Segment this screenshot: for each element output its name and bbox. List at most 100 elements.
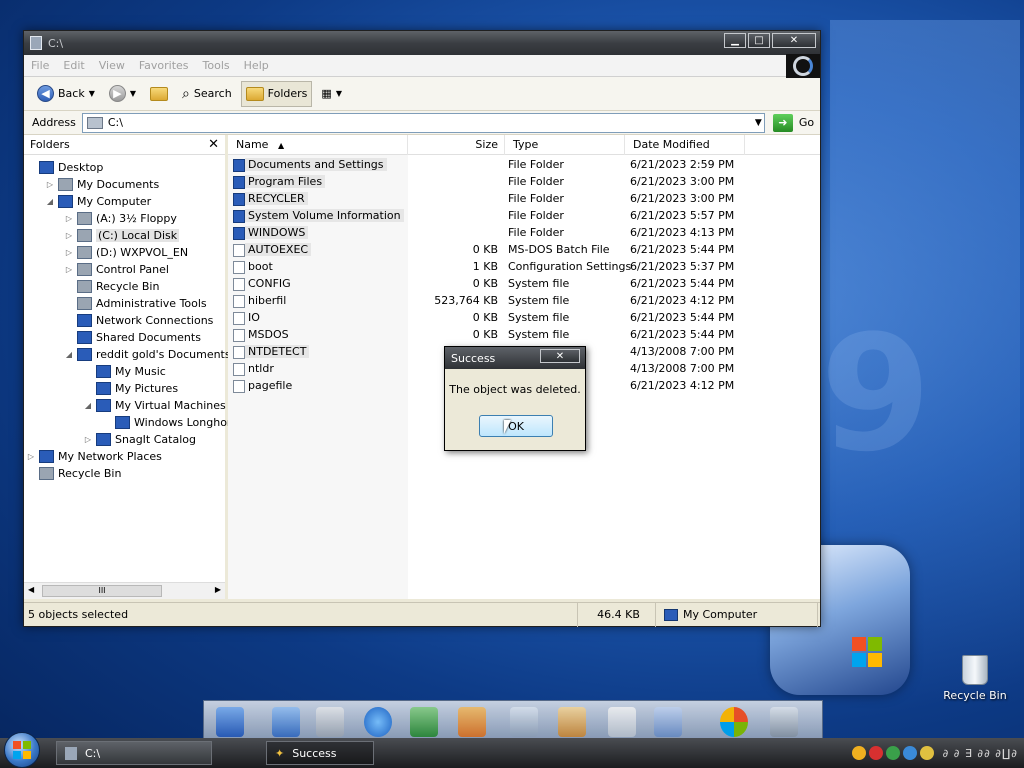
dock-app-icon[interactable] xyxy=(410,707,438,737)
dock-app-icon[interactable] xyxy=(316,707,344,737)
go-button[interactable]: ➜ Go xyxy=(772,113,814,132)
file-row[interactable]: WINDOWS File Folder 6/21/2023 4:13 PM xyxy=(228,225,820,242)
wand-icon[interactable] xyxy=(919,746,934,760)
column-name[interactable]: Name ▲ xyxy=(228,135,408,155)
file-row[interactable]: CONFIG 0 KB System file 6/21/2023 5:44 PM xyxy=(228,276,820,293)
minimize-button[interactable]: ▁ xyxy=(724,33,746,48)
media-player-icon[interactable] xyxy=(458,707,486,737)
calculator-icon[interactable] xyxy=(510,707,538,737)
file-row[interactable]: AUTOEXEC 0 KB MS-DOS Batch File 6/21/2023 5… xyxy=(228,242,820,259)
chevron-down-icon[interactable]: ▼ xyxy=(755,118,762,128)
file-row[interactable]: MSDOS 0 KB System file 6/21/2023 5:44 PM xyxy=(228,327,820,344)
column-date-modified[interactable]: Date Modified xyxy=(625,135,745,155)
paint-icon[interactable] xyxy=(558,707,586,737)
close-button[interactable]: ✕ xyxy=(772,33,816,48)
tree-expander-icon[interactable]: ▷ xyxy=(83,435,93,444)
clock[interactable]: ∂ ∂ ∃ ∂∂ ∂∐∂ xyxy=(943,747,1018,760)
menu-edit[interactable]: Edit xyxy=(56,59,91,72)
tree-item[interactable]: ◢ My Virtual Machines xyxy=(83,397,226,414)
menu-favorites[interactable]: Favorites xyxy=(132,59,196,72)
menu-tools[interactable]: Tools xyxy=(196,59,237,72)
ok-button[interactable]: OK xyxy=(479,415,553,437)
tree-expander-icon[interactable]: ▷ xyxy=(45,180,55,189)
dock-app-icon[interactable] xyxy=(654,707,682,737)
file-row[interactable]: Documents and Settings File Folder 6/21/20… xyxy=(228,157,820,174)
taskbar-item-success[interactable]: ✦ Success xyxy=(266,741,374,765)
file-row[interactable]: System Volume Information File Folder 6/21… xyxy=(228,208,820,225)
tree-item[interactable]: ▷ My Documents xyxy=(45,176,159,193)
close-pane-icon[interactable]: ✕ xyxy=(208,137,219,152)
shield-icon[interactable] xyxy=(851,746,866,760)
tree-item-label: My Computer xyxy=(77,195,152,208)
tree-expander-icon[interactable]: ▷ xyxy=(64,265,74,274)
views-button[interactable]: ▦ ▼ xyxy=(316,81,347,107)
recycle-bin-icon[interactable] xyxy=(770,707,798,737)
tree-item[interactable]: ▷ SnagIt Catalog xyxy=(83,431,196,448)
menu-view[interactable]: View xyxy=(92,59,132,72)
tree-item[interactable]: ◢ My Computer xyxy=(45,193,151,210)
tree-expander-icon[interactable]: ▷ xyxy=(64,248,74,257)
address-input[interactable]: C:\ ▼ xyxy=(81,112,765,133)
tree-item[interactable]: ▷ (D:) WXPVOL_EN xyxy=(64,244,188,261)
desktop-icon-recycle-bin[interactable]: Recycle Bin xyxy=(940,655,1010,702)
notepad-icon[interactable] xyxy=(608,707,636,737)
column-type[interactable]: Type xyxy=(505,135,625,155)
tree-expander-icon[interactable]: ▷ xyxy=(26,452,36,461)
update-icon[interactable] xyxy=(902,746,917,760)
file-row[interactable]: boot 1 KB Configuration Settings 6/21/2023 … xyxy=(228,259,820,276)
security-alert-icon[interactable] xyxy=(868,746,883,760)
back-button[interactable]: ◀ Back ▼ xyxy=(32,81,100,107)
scroll-left-icon[interactable]: ◀ xyxy=(28,585,34,594)
file-row[interactable]: IO 0 KB System file 6/21/2023 5:44 PM xyxy=(228,310,820,327)
tree-item-label: My Virtual Machines xyxy=(115,399,226,412)
tree-item[interactable]: ▷ (A:) 3½ Floppy xyxy=(64,210,177,227)
menu-file[interactable]: File xyxy=(24,59,56,72)
tree-item[interactable]: ◢ reddit gold's Documents xyxy=(64,346,231,363)
tree-expander-icon[interactable]: ◢ xyxy=(64,350,74,359)
title-bar[interactable]: C:\ ▁ □ ✕ xyxy=(24,31,820,55)
tree-item[interactable]: My Pictures xyxy=(83,380,178,397)
horizontal-scrollbar[interactable]: ◀ III ▶ xyxy=(24,582,225,599)
tree-item[interactable]: ▷ My Network Places xyxy=(26,448,162,465)
up-folder-button[interactable] xyxy=(145,81,173,107)
tree-expander-icon[interactable]: ◢ xyxy=(83,401,93,410)
file-icon xyxy=(233,278,245,291)
tree-item[interactable]: Desktop xyxy=(26,159,103,176)
tree-item[interactable]: Recycle Bin xyxy=(64,278,159,295)
dialog-title-bar[interactable]: Success ✕ xyxy=(445,347,585,369)
tree-expander-icon[interactable]: ◢ xyxy=(45,197,55,206)
forward-button[interactable]: ▶ ▼ xyxy=(104,81,141,107)
start-button[interactable] xyxy=(4,732,40,768)
tree-item[interactable]: Shared Documents xyxy=(64,329,201,346)
file-row[interactable]: Program Files File Folder 6/21/2023 3:00 P… xyxy=(228,174,820,191)
tree-item[interactable]: Administrative Tools xyxy=(64,295,207,312)
tree-item[interactable]: My Music xyxy=(83,363,166,380)
menu-help[interactable]: Help xyxy=(237,59,276,72)
tree-item[interactable]: Network Connections xyxy=(64,312,213,329)
chevron-down-icon[interactable]: ▼ xyxy=(89,89,95,98)
desktop-icon-label: Recycle Bin xyxy=(943,689,1007,702)
music-folder-icon xyxy=(96,365,111,378)
tree-item[interactable]: Windows Longhorn ( xyxy=(102,414,246,431)
network-icon[interactable] xyxy=(885,746,900,760)
maximize-button[interactable]: □ xyxy=(748,33,770,48)
tree-expander-icon[interactable]: ▷ xyxy=(64,214,74,223)
tree-expander-icon[interactable]: ▷ xyxy=(64,231,74,240)
dock-app-icon[interactable] xyxy=(272,707,300,737)
dock-app-icon[interactable] xyxy=(216,707,244,737)
scroll-thumb[interactable]: III xyxy=(42,585,162,597)
column-size[interactable]: Size xyxy=(408,135,505,155)
chevron-down-icon[interactable]: ▼ xyxy=(130,89,136,98)
folders-button[interactable]: Folders xyxy=(240,80,313,107)
dialog-close-button[interactable]: ✕ xyxy=(540,349,580,363)
file-row[interactable]: RECYCLER File Folder 6/21/2023 3:00 PM xyxy=(228,191,820,208)
tree-item[interactable]: ▷ (C:) Local Disk xyxy=(64,227,180,244)
windows-update-icon[interactable] xyxy=(720,707,748,737)
tree-item[interactable]: Recycle Bin xyxy=(26,465,121,482)
internet-explorer-icon[interactable] xyxy=(364,707,392,737)
tree-item[interactable]: ▷ Control Panel xyxy=(64,261,169,278)
scroll-right-icon[interactable]: ▶ xyxy=(215,585,221,594)
search-button[interactable]: ⌕ Search xyxy=(177,81,237,107)
taskbar-item-explorer[interactable]: C:\ xyxy=(56,741,212,765)
file-row[interactable]: hiberfil 523,764 KB System file 6/21/2023 4… xyxy=(228,293,820,310)
